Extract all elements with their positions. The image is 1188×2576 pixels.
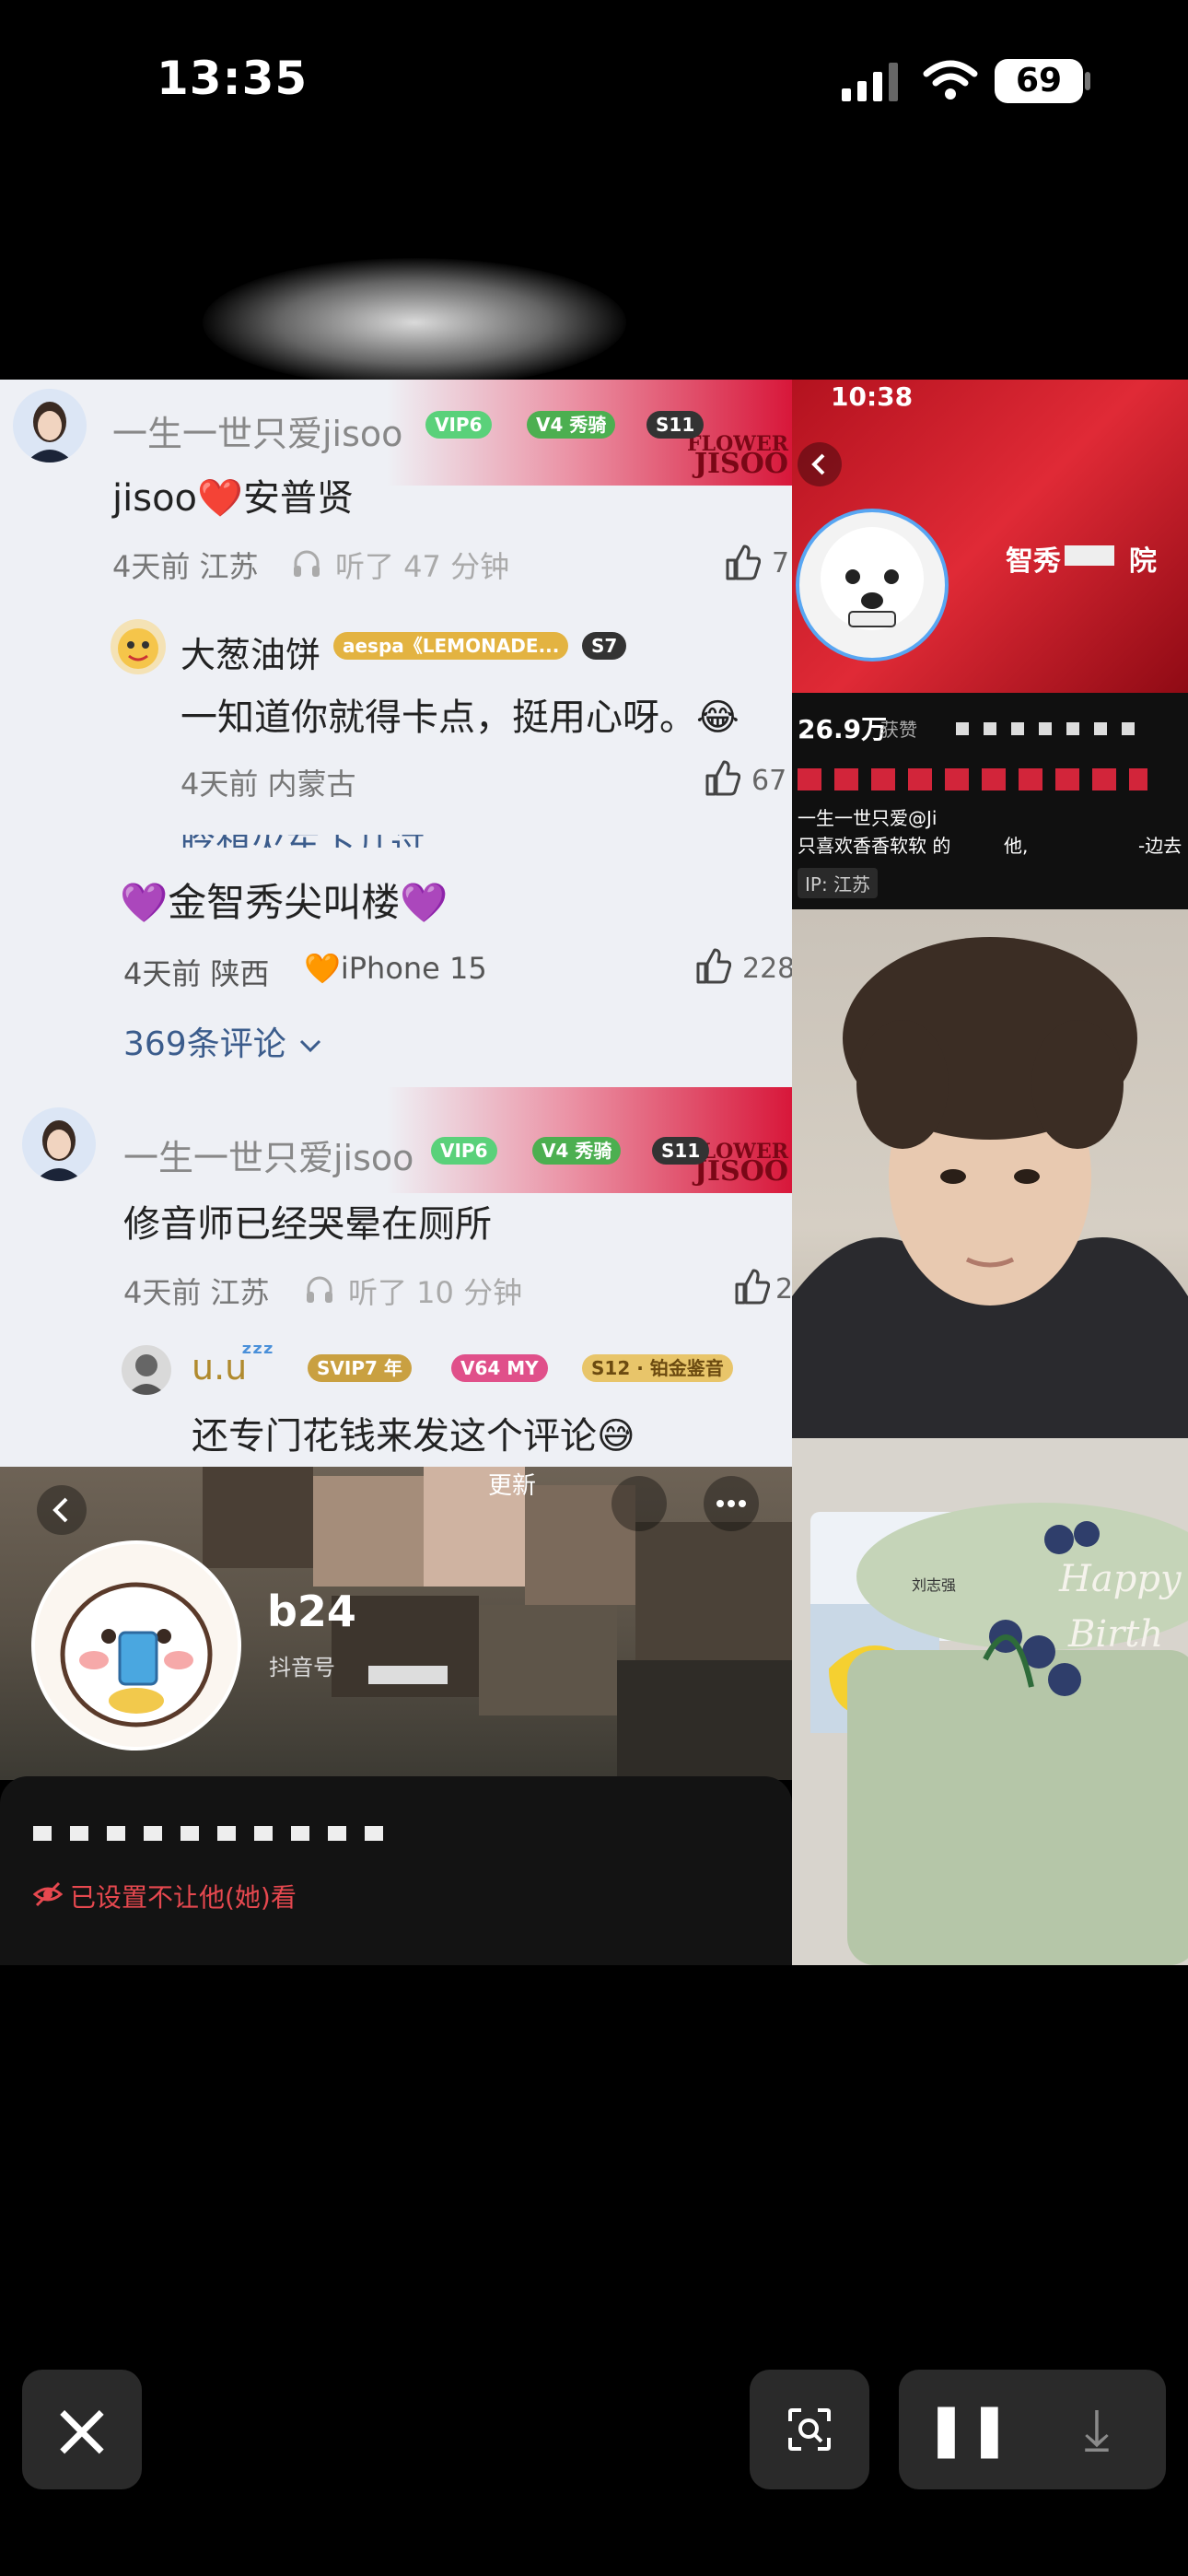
avatar[interactable] — [122, 1345, 171, 1395]
wifi-icon — [923, 59, 978, 101]
portrait-photo — [792, 909, 1188, 1438]
channel-redacted — [1065, 545, 1114, 566]
level-badge: V64 MY — [451, 1354, 548, 1382]
card-avatar[interactable] — [796, 509, 949, 662]
expand-comments-button[interactable]: 369条评论 — [123, 1017, 324, 1065]
headphone-icon — [304, 1273, 335, 1305]
rank-badge: S11 — [646, 411, 705, 439]
like-count: 7 — [772, 547, 790, 580]
likes-label: 获赞 — [880, 719, 917, 741]
comment-meta: 4天前 江苏 — [123, 1275, 270, 1310]
profile-info-card: 已设置不让他(她)看 — [0, 1776, 792, 1965]
sleep-icon: ᶻᶻᶻ — [241, 1338, 274, 1368]
cake-photo: 刘志强 Happy Birth — [792, 1438, 1188, 1965]
battery-tip — [1085, 72, 1090, 90]
reply-username[interactable]: u.u — [192, 1347, 247, 1388]
reply-text: 一知道你就得卡点，挺用心呀。😂 — [181, 697, 740, 739]
channel-name: 智秀 — [1006, 545, 1061, 578]
comment-username[interactable]: 一生一世只爱jisoo — [112, 405, 402, 456]
device-label: 🧡iPhone 15 — [304, 951, 487, 986]
cut-strip: 晗想火车下几过 — [0, 835, 792, 848]
listen-time: 听了 10 分钟 — [348, 1275, 523, 1310]
update-label: 更新 — [488, 1472, 537, 1500]
like-count: 67 — [751, 765, 787, 797]
avatar[interactable] — [13, 389, 87, 463]
rank-badge: S11 — [652, 1137, 710, 1165]
vip-badge: VIP6 — [431, 1137, 497, 1165]
back-button[interactable] — [798, 442, 842, 486]
banner-word-jisoo: JISOO — [693, 448, 788, 480]
scan-icon — [786, 2406, 833, 2453]
profile-id-label: 抖音号 — [269, 1655, 335, 1680]
stats-redacted — [956, 722, 1140, 735]
profile-card: 10:38 智秀 院 26.9万 获赞 一生一世只爱@Ji 只喜欢香香软软 的 … — [792, 380, 1188, 909]
comment-text: 💜金智秀尖叫楼💜 — [120, 880, 448, 925]
rank-badge: S12 · 铂金鉴音 — [582, 1354, 733, 1382]
level-badge: V4 秀骑 — [532, 1137, 622, 1165]
cake-text-1: Happy — [1059, 1558, 1182, 1600]
comment-username[interactable]: 一生一世只爱jisoo — [123, 1130, 413, 1180]
card-name: 刘志强 — [912, 1576, 957, 1594]
likes-count: 26.9万 — [798, 714, 888, 744]
comment-text: 修音师已经哭晕在厕所 — [123, 1203, 492, 1246]
vip-badge: VIP6 — [425, 411, 492, 439]
fan-badge: aespa《LEMONADE... — [333, 632, 569, 660]
search-button[interactable] — [611, 1476, 667, 1531]
listen-time: 听了 47 分钟 — [335, 549, 510, 584]
bio-line-2b: 他, — [1004, 835, 1029, 857]
privacy-label: 已设置不让他(她)看 — [70, 1882, 297, 1913]
like-icon[interactable] — [694, 947, 732, 984]
profile-header: 更新 b24 抖音号 — [0, 1467, 792, 1780]
more-button[interactable] — [704, 1476, 759, 1531]
rank-badge: S7 — [582, 632, 627, 660]
chevron-down-icon — [297, 1027, 324, 1065]
close-icon: × — [49, 2384, 115, 2475]
like-icon[interactable] — [704, 759, 741, 796]
comment-text: jisoo❤️安普贤 — [112, 477, 354, 520]
svip-badge: SVIP7 年 — [308, 1354, 412, 1382]
like-icon[interactable] — [724, 544, 762, 580]
battery-indicator: 69 — [995, 59, 1083, 103]
comment-meta: 4天前 陕西 — [123, 956, 270, 991]
profile-avatar[interactable] — [31, 1540, 241, 1751]
bio-line-2c: -边去 — [1138, 835, 1182, 857]
reply-username[interactable]: 大葱油饼 — [181, 626, 320, 677]
media-controls: ❚❚ ⤓ — [899, 2370, 1166, 2489]
reply-text: 还专门花钱来发这个评论😅 — [192, 1415, 635, 1458]
eye-off-icon — [32, 1879, 64, 1909]
card-time: 10:38 — [831, 381, 914, 412]
reply-meta: 4天前 内蒙古 — [181, 767, 356, 802]
headphone-icon — [291, 547, 322, 579]
bio-line-1: 一生一世只爱@Ji — [798, 807, 938, 829]
ip-label: IP: 江苏 — [798, 868, 879, 898]
avatar[interactable] — [22, 1107, 96, 1181]
profile-name: b24 — [267, 1587, 356, 1636]
pause-button[interactable]: ❚❚ — [917, 2370, 1019, 2489]
back-button[interactable] — [37, 1485, 87, 1535]
expand-label: 369条评论 — [123, 1025, 286, 1063]
comments-panel: FLOWER JISOO 一生一世只爱jisoo VIP6 V4 秀骑 S11 … — [0, 380, 792, 1467]
signal-icon — [842, 63, 901, 101]
avatar[interactable] — [111, 619, 166, 674]
profile-id-redacted — [368, 1666, 448, 1684]
comment-meta: 4天前 江苏 — [112, 549, 259, 584]
scan-button[interactable] — [750, 2370, 869, 2489]
download-button[interactable]: ⤓ — [1046, 2370, 1147, 2489]
level-badge: V4 秀骑 — [527, 411, 616, 439]
bio-redacted — [33, 1826, 402, 1841]
status-time: 13:35 — [157, 52, 309, 105]
banner-word-jisoo: JISOO — [693, 1155, 788, 1188]
close-button[interactable]: × — [22, 2370, 142, 2489]
like-count: 228 — [742, 953, 792, 985]
bio-line-2: 只喜欢香香软软 的 — [798, 835, 951, 857]
name-redacted — [798, 768, 1147, 790]
like-icon[interactable] — [733, 1268, 771, 1305]
smoke-graphic — [203, 258, 626, 387]
like-count: 2 — [775, 1273, 792, 1306]
cake-text-2: Birth — [1068, 1613, 1164, 1656]
channel-suffix: 院 — [1129, 545, 1157, 578]
partial-username: 晗想火车下几过 — [181, 835, 425, 848]
